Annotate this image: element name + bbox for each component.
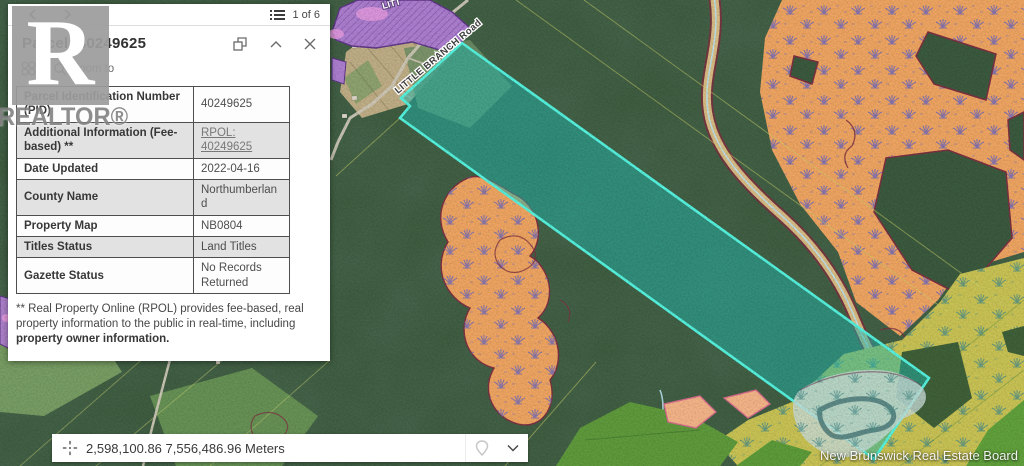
magnifier-icon xyxy=(53,62,67,76)
attr-value: 40249625 xyxy=(194,87,290,123)
collapse-button[interactable] xyxy=(270,40,282,48)
table-row: Additional Information (Fee-based) ** RP… xyxy=(17,122,290,158)
chevron-up-icon xyxy=(270,40,282,48)
attr-label: County Name xyxy=(17,179,194,215)
popup-actions: Zoom to xyxy=(8,55,330,84)
attr-label: Additional Information (Fee-based) ** xyxy=(17,122,194,158)
attr-value: NB0804 xyxy=(194,215,290,236)
attr-value: Northumberland xyxy=(194,179,290,215)
chevron-down-icon xyxy=(507,444,519,452)
next-feature-button[interactable] xyxy=(63,9,72,20)
table-row: Titles Status Land Titles xyxy=(17,237,290,258)
popup-title: Parcel: 40249625 xyxy=(22,35,210,52)
feature-count: 1 of 6 xyxy=(292,9,320,21)
attr-label: Titles Status xyxy=(17,237,194,258)
table-row: Property Map NB0804 xyxy=(17,215,290,236)
chevron-right-icon xyxy=(63,9,72,20)
coordinate-readout: 2,598,100.86 7,556,486.96 Meters xyxy=(86,441,465,456)
coordinate-options-button[interactable] xyxy=(498,434,528,462)
close-button[interactable] xyxy=(304,38,316,50)
chevron-left-icon xyxy=(28,9,37,20)
parcel-attributes-table: Parcel Identification Number (PID) 40249… xyxy=(16,86,290,294)
attr-value: Land Titles xyxy=(194,237,290,258)
list-icon xyxy=(270,9,285,21)
table-row: County Name Northumberland xyxy=(17,179,290,215)
previous-feature-button[interactable] xyxy=(28,9,37,20)
footnote-bold-text: property owner information. xyxy=(16,333,169,345)
attr-label: Parcel Identification Number (PID) xyxy=(17,87,194,123)
map-attribution: New Brunswick Real Estate Board xyxy=(820,448,1018,463)
rpol-footnote: ** Real Property Online (RPOL) provides … xyxy=(8,294,330,361)
locate-button[interactable] xyxy=(466,434,498,462)
footnote-text: ** Real Property Online (RPOL) provides … xyxy=(16,303,304,330)
zoom-to-label: Zoom to xyxy=(72,63,114,75)
zoom-to-button[interactable]: Zoom to xyxy=(53,62,114,76)
attr-value: 2022-04-16 xyxy=(194,158,290,179)
close-icon xyxy=(304,38,316,50)
coordinate-bar-controls xyxy=(465,434,528,462)
location-icon xyxy=(475,440,489,456)
attr-label: Date Updated xyxy=(17,158,194,179)
attr-label: Gazette Status xyxy=(17,258,194,294)
attr-label: Property Map xyxy=(17,215,194,236)
feature-menu-button[interactable] xyxy=(20,60,37,77)
feature-list-button[interactable] xyxy=(270,9,285,21)
table-row: Gazette Status No Records Returned xyxy=(17,258,290,294)
table-row: Date Updated 2022-04-16 xyxy=(17,158,290,179)
coordinate-bar: 2,598,100.86 7,556,486.96 Meters xyxy=(52,434,528,462)
crosshair-icon xyxy=(62,440,78,456)
rpol-link[interactable]: RPOL: 40249625 xyxy=(201,127,252,153)
dock-icon xyxy=(232,36,248,52)
coordinate-crosshair-button[interactable] xyxy=(52,440,82,456)
apps-grid-icon xyxy=(20,60,37,77)
parcel-popup: 1 of 6 Parcel: 40249625 xyxy=(8,4,330,361)
dock-button[interactable] xyxy=(232,36,248,52)
attr-value: No Records Returned xyxy=(194,258,290,294)
table-row: Parcel Identification Number (PID) 40249… xyxy=(17,87,290,123)
popup-pagination-bar: 1 of 6 xyxy=(8,4,330,26)
popup-header: Parcel: 40249625 xyxy=(8,26,330,55)
